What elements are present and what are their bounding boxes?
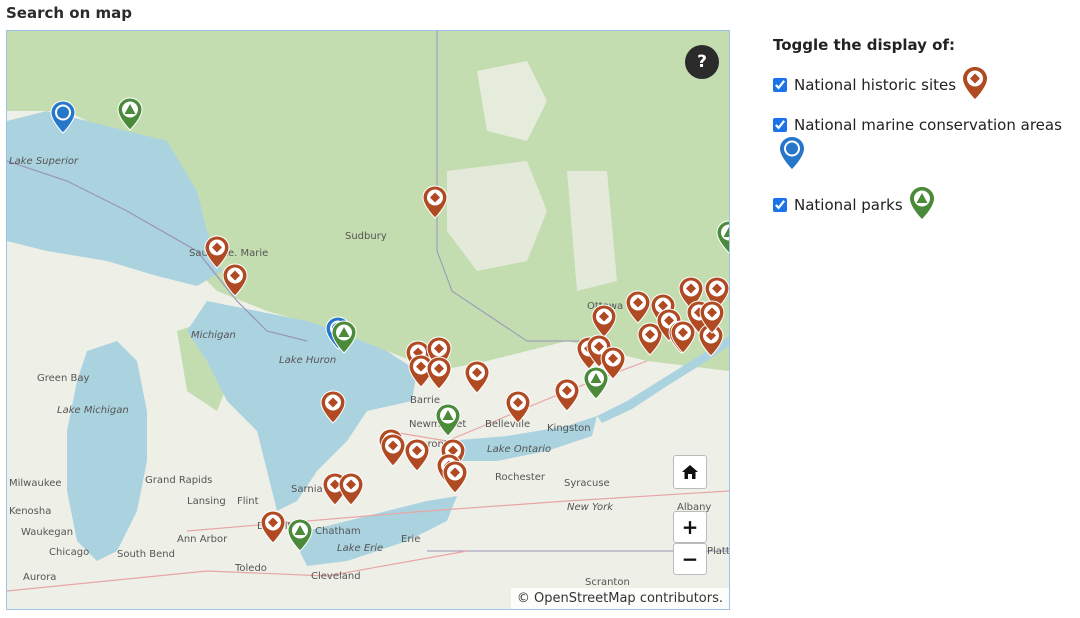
place-label: Michigan [191,330,236,341]
place-label: Grand Rapids [145,475,212,486]
map-attribution: © OpenStreetMap contributors. [510,588,729,609]
toggle-marine-areas[interactable]: National marine conservation areas [773,116,1073,174]
place-label: Lansing [187,496,226,507]
historic-site-marker-icon [962,66,988,104]
place-label: Aurora [23,572,56,583]
place-label: Lake Michigan [57,405,129,416]
national-parks-label: National parks [794,196,903,214]
place-label: Waukegan [21,527,73,538]
place-label: Barrie [410,395,440,406]
place-label: Chicago [49,547,89,558]
marine-areas-checkbox[interactable] [773,118,787,132]
toggle-national-parks[interactable]: National parks [773,186,1073,224]
place-label: Toledo [234,563,267,574]
place-label: Sarnia [291,484,323,495]
place-label: Kingston [547,423,591,434]
place-label: Plattsburgh [707,546,729,557]
national-park-marker-icon [909,186,935,224]
place-label: Lake Ontario [487,444,551,455]
place-label: Green Bay [37,373,89,384]
place-label: South Bend [117,549,175,560]
national-parks-checkbox[interactable] [773,198,787,212]
place-label: Milwaukee [9,478,62,489]
map-canvas[interactable]: OntarioLake SuperiorSudburySault Ste. Ma… [7,31,729,609]
home-button[interactable] [673,455,707,489]
place-label: Ann Arbor [177,534,228,545]
historic-sites-label: National historic sites [794,76,957,94]
marine-area-marker-icon [779,136,805,174]
legend-panel: Toggle the display of: National historic… [773,36,1073,236]
zoom-in-button[interactable]: + [673,511,707,543]
section-title: Search on map [6,4,132,22]
place-label: Syracuse [564,478,610,489]
toggle-historic-sites[interactable]: National historic sites [773,66,1073,104]
place-label: Lake Huron [279,355,336,366]
place-label: Lake Erie [337,543,383,554]
legend-title: Toggle the display of: [773,36,955,54]
place-label: Belleville [485,419,530,430]
place-label: Erie [401,534,420,545]
home-icon [682,465,698,479]
place-label: Cleveland [311,571,361,582]
place-label: Chatham [315,526,361,537]
place-label: New York [567,502,614,513]
map-viewport[interactable]: OntarioLake SuperiorSudburySault Ste. Ma… [6,30,730,610]
zoom-out-button[interactable]: − [673,543,707,575]
place-label: Lake Superior [9,156,79,167]
marine-areas-label: National marine conservation areas [794,116,1062,134]
historic-sites-checkbox[interactable] [773,78,787,92]
place-label: Kenosha [9,506,51,517]
place-label: Rochester [495,472,546,483]
place-label: Scranton [585,577,630,588]
place-label: Flint [237,496,259,507]
place-label: Sudbury [345,231,387,242]
help-button[interactable]: ? [685,45,719,79]
